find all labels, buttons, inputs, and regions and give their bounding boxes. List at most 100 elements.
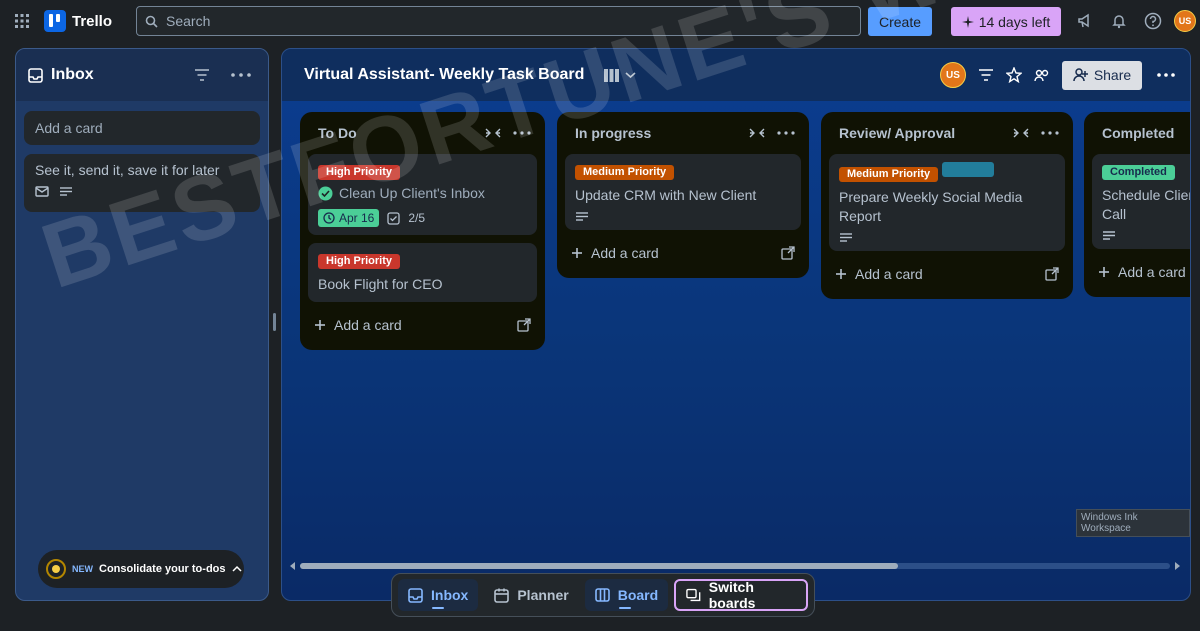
card[interactable]: Medium Priority Prepare Weekly Social Me… bbox=[829, 154, 1065, 251]
plus-icon bbox=[572, 248, 582, 258]
notifications-bell-icon[interactable] bbox=[1106, 8, 1132, 34]
add-card-row: Add a card bbox=[308, 310, 537, 340]
app-name: Trello bbox=[72, 12, 113, 30]
list-review-approval: Review/ Approval Medium Priority Prepare… bbox=[821, 112, 1073, 299]
list-options-icon[interactable] bbox=[511, 128, 533, 138]
list-title[interactable]: To Do bbox=[318, 125, 475, 141]
collapse-list-icon[interactable] bbox=[485, 128, 501, 138]
nav-inbox-button[interactable]: Inbox bbox=[398, 579, 479, 611]
list-to-do: To Do High Priority Clean Up Client's In… bbox=[300, 112, 545, 350]
user-avatar[interactable]: US bbox=[1174, 10, 1196, 32]
board-header: Virtual Assistant- Weekly Task Board US … bbox=[282, 49, 1190, 101]
more-options-icon[interactable] bbox=[1154, 68, 1178, 82]
priority-label[interactable]: Medium Priority bbox=[839, 167, 939, 182]
share-label: Share bbox=[1093, 67, 1132, 83]
priority-label[interactable]: Medium Priority bbox=[575, 165, 675, 180]
chevron-down-icon bbox=[625, 72, 636, 79]
inbox-icon bbox=[408, 587, 423, 603]
star-icon[interactable] bbox=[1006, 67, 1022, 83]
trello-logo[interactable]: Trello bbox=[44, 10, 112, 32]
chevron-up-icon bbox=[231, 565, 242, 572]
check-circle-icon[interactable] bbox=[318, 186, 333, 201]
scroll-left-icon[interactable] bbox=[290, 562, 296, 570]
card[interactable]: High Priority Book Flight for CEO bbox=[308, 243, 537, 302]
search-input[interactable] bbox=[166, 13, 846, 29]
inbox-panel: Inbox Add a card See it, send it, save i… bbox=[15, 48, 269, 601]
create-button[interactable]: Create bbox=[868, 7, 932, 36]
add-card-button[interactable]: Add a card bbox=[334, 317, 509, 333]
nav-board-button[interactable]: Board bbox=[584, 579, 669, 611]
board-member-avatar[interactable]: US bbox=[940, 62, 966, 88]
list-options-icon[interactable] bbox=[775, 128, 797, 138]
due-date-badge[interactable]: Apr 16 bbox=[318, 209, 380, 227]
checklist-count: 2/5 bbox=[408, 211, 426, 225]
add-card-row: Add a card bbox=[829, 259, 1065, 289]
checklist-icon bbox=[387, 211, 401, 225]
inbox-icon bbox=[28, 67, 43, 83]
inbox-card[interactable]: See it, send it, save it for later bbox=[24, 154, 260, 212]
description-icon bbox=[60, 187, 72, 196]
card-title: Book Flight for CEO bbox=[318, 276, 443, 292]
horizontal-scrollbar[interactable] bbox=[290, 560, 1180, 570]
add-card-row: Add a card bbox=[565, 238, 801, 268]
description-icon bbox=[1103, 231, 1115, 240]
card[interactable]: Medium Priority Update CRM with New Clie… bbox=[565, 154, 801, 230]
list-title[interactable]: In progress bbox=[575, 125, 739, 141]
bottom-navigation: Inbox Planner Board Switch boards bbox=[391, 573, 815, 617]
trial-days-button[interactable]: 14 days left bbox=[951, 7, 1061, 36]
nav-planner-label: Planner bbox=[517, 587, 569, 603]
share-button[interactable]: Share bbox=[1062, 60, 1142, 90]
email-icon bbox=[35, 186, 49, 197]
add-card-button[interactable]: Add a card bbox=[855, 266, 1037, 282]
add-card-button[interactable]: Add a card bbox=[591, 245, 773, 261]
promo-consolidate-todos[interactable]: NEW Consolidate your to-dos bbox=[38, 550, 244, 588]
help-icon[interactable] bbox=[1140, 8, 1166, 34]
board-view-switcher[interactable] bbox=[604, 68, 636, 82]
plus-icon bbox=[836, 269, 846, 279]
filter-icon[interactable] bbox=[978, 68, 994, 82]
scroll-right-icon[interactable] bbox=[1174, 562, 1180, 570]
inbox-title: Inbox bbox=[51, 66, 94, 83]
top-navigation-bar: Trello Create 14 days left US bbox=[0, 0, 1200, 42]
inbox-card-title: See it, send it, save it for later bbox=[35, 162, 220, 178]
list-title[interactable]: Review/ Approval bbox=[839, 125, 1003, 141]
plus-icon bbox=[315, 320, 325, 330]
card[interactable]: Completed Schedule Client Call bbox=[1092, 154, 1191, 249]
add-card-row: Add a card bbox=[1092, 257, 1190, 287]
nav-board-label: Board bbox=[617, 587, 659, 603]
switch-boards-button[interactable]: Switch boards bbox=[674, 579, 808, 611]
blank-label[interactable] bbox=[942, 162, 995, 177]
board-title[interactable]: Virtual Assistant- Weekly Task Board bbox=[304, 66, 584, 84]
list-title[interactable]: Completed bbox=[1102, 125, 1190, 141]
collapse-list-icon[interactable] bbox=[1013, 128, 1029, 138]
collapse-list-icon[interactable] bbox=[749, 128, 765, 138]
create-from-template-icon[interactable] bbox=[781, 246, 795, 260]
create-from-template-icon[interactable] bbox=[1045, 267, 1059, 281]
trial-days-label: 14 days left bbox=[978, 13, 1051, 30]
card[interactable]: High Priority Clean Up Client's Inbox Ap… bbox=[308, 154, 537, 235]
inbox-header: Inbox bbox=[16, 49, 268, 101]
members-icon[interactable] bbox=[1034, 68, 1050, 82]
create-from-template-icon[interactable] bbox=[517, 318, 531, 332]
add-card-button[interactable]: Add a card bbox=[1118, 264, 1190, 280]
switch-boards-icon bbox=[686, 588, 701, 602]
description-icon bbox=[840, 233, 852, 242]
panel-resize-handle[interactable] bbox=[273, 313, 276, 331]
map-icon bbox=[604, 68, 620, 82]
app-switcher-icon[interactable] bbox=[8, 7, 36, 35]
megaphone-icon[interactable] bbox=[1072, 8, 1098, 34]
status-label[interactable]: Completed bbox=[1102, 165, 1175, 180]
list-options-icon[interactable] bbox=[1039, 128, 1061, 138]
inbox-add-card[interactable]: Add a card bbox=[24, 111, 260, 145]
filter-icon[interactable] bbox=[194, 68, 210, 82]
card-title: Schedule Client Call bbox=[1102, 187, 1191, 222]
priority-label[interactable]: High Priority bbox=[318, 254, 401, 269]
nav-planner-button[interactable]: Planner bbox=[484, 579, 578, 611]
more-options-icon[interactable] bbox=[226, 68, 256, 82]
list-completed: Completed Completed Schedule Client Call… bbox=[1084, 112, 1191, 297]
switch-boards-label: Switch boards bbox=[708, 579, 756, 611]
scrollbar-thumb[interactable] bbox=[300, 563, 898, 569]
search-icon bbox=[145, 15, 158, 28]
priority-label[interactable]: High Priority bbox=[318, 165, 401, 180]
search-box[interactable] bbox=[136, 6, 861, 36]
